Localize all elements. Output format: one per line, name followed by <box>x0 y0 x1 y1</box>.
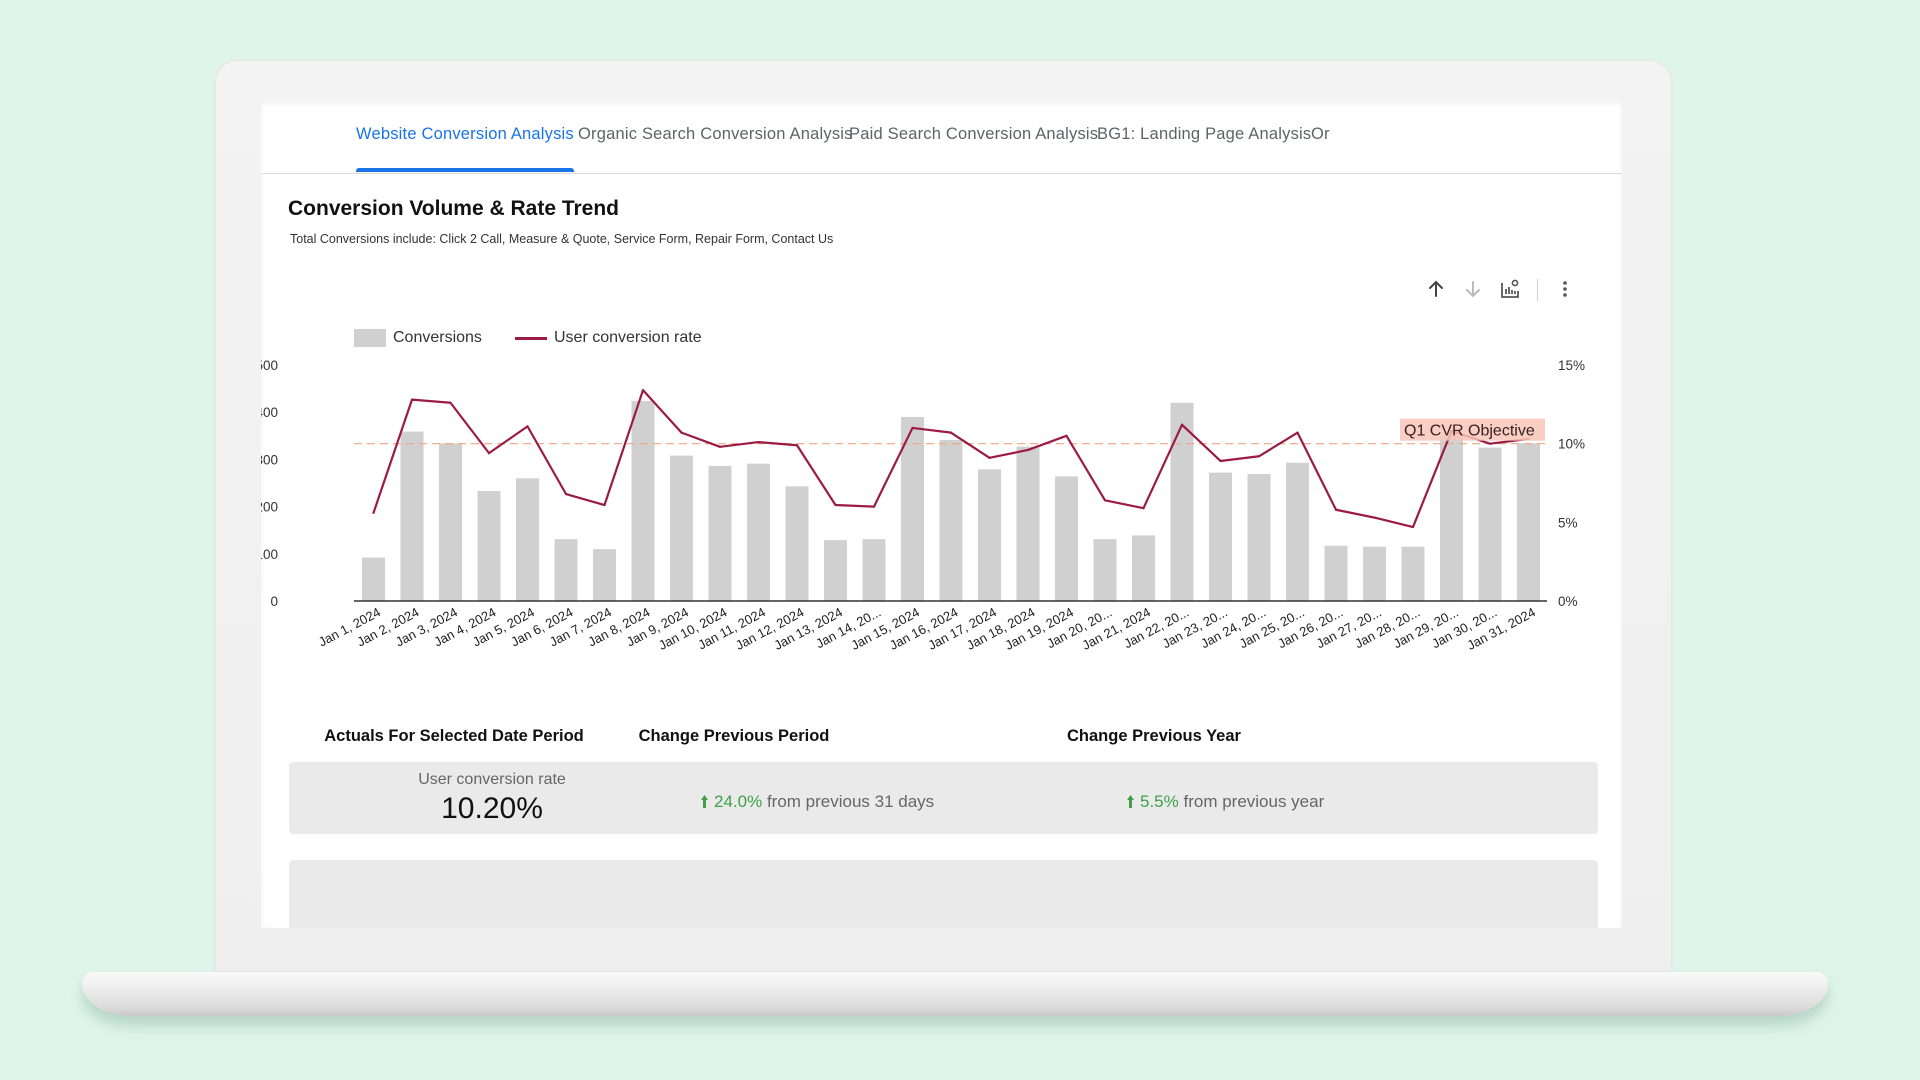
scorecard-panel: User conversion rate 10.20% 24.0% from p… <box>289 762 1598 834</box>
change-period-pct: 24.0% <box>714 792 763 811</box>
point-user-conversion-rate <box>1026 448 1030 452</box>
bar-conversions <box>439 443 462 601</box>
bar-conversions <box>1363 546 1386 601</box>
bar-conversions <box>1478 447 1502 601</box>
point-user-conversion-rate <box>449 401 452 404</box>
header-change-previous-period: Change Previous Period <box>638 727 830 745</box>
bar-conversions <box>785 486 809 601</box>
bar-conversions <box>1440 435 1463 601</box>
y-left-tick-label: 0 <box>270 594 278 609</box>
point-user-conversion-rate <box>795 444 799 447</box>
bar-conversions <box>978 469 1001 601</box>
bar-conversions <box>1132 535 1155 601</box>
kpi-label: User conversion rate <box>418 771 566 788</box>
point-user-conversion-rate <box>603 503 606 507</box>
bar-conversions <box>1324 545 1348 601</box>
secondary-panel <box>289 860 1598 928</box>
y-left-tick-label: 300 <box>261 452 278 467</box>
y-left-tick-label: 100 <box>261 547 278 562</box>
arrow-up-green-icon <box>1127 795 1134 808</box>
point-user-conversion-rate <box>641 389 645 392</box>
bar-conversions <box>1401 546 1425 601</box>
bar-conversions <box>824 540 847 601</box>
point-user-conversion-rate <box>1411 525 1415 529</box>
change-year-pct: 5.5% <box>1140 792 1179 811</box>
point-user-conversion-rate <box>1219 459 1222 463</box>
y-left-tick-label: 200 <box>261 500 278 515</box>
bar-conversions <box>939 440 963 601</box>
point-user-conversion-rate <box>872 505 876 508</box>
point-user-conversion-rate <box>988 456 991 459</box>
bar-conversions <box>1247 474 1271 601</box>
bar-conversions <box>1209 472 1232 601</box>
y-right-tick-label: 0% <box>1558 594 1578 609</box>
point-user-conversion-rate <box>1180 423 1184 426</box>
point-user-conversion-rate <box>526 425 529 428</box>
point-user-conversion-rate <box>372 511 375 514</box>
change-previous-year: 5.5% from previous year <box>1127 792 1324 812</box>
combo-chart: 0 100 200 300 400 500 0% 5% 10% 15% Q1 CVR Objecti… <box>261 358 1585 653</box>
header-change-previous-year: Change Previous Year <box>1067 727 1241 745</box>
point-user-conversion-rate <box>949 431 953 434</box>
y-right-tick-label: 15% <box>1558 358 1585 373</box>
dashboard-screen: Website Conversion Analysis Organic Sear… <box>261 101 1622 928</box>
point-user-conversion-rate <box>1103 499 1107 502</box>
point-user-conversion-rate <box>911 426 914 430</box>
y-left-tick-label: 400 <box>261 405 278 420</box>
point-user-conversion-rate <box>487 452 491 455</box>
point-user-conversion-rate <box>718 445 722 448</box>
point-user-conversion-rate <box>757 440 760 444</box>
bar-conversions <box>862 539 886 601</box>
bar-conversions <box>1016 446 1040 601</box>
bar-conversions <box>747 463 770 601</box>
kpi-value: 10.20% <box>441 792 543 825</box>
bar-conversions <box>708 466 732 601</box>
point-user-conversion-rate <box>834 503 837 507</box>
point-user-conversion-rate <box>1334 508 1338 511</box>
point-user-conversion-rate <box>1142 507 1145 510</box>
bar-conversions <box>1517 443 1540 601</box>
point-user-conversion-rate <box>1296 431 1299 434</box>
change-previous-period: 24.0% from previous 31 days <box>701 792 934 812</box>
point-user-conversion-rate <box>1065 434 1068 437</box>
change-year-text: from previous year <box>1183 792 1325 811</box>
bar-conversions <box>362 557 385 601</box>
bar-conversions <box>400 431 424 601</box>
bar-conversions <box>670 455 693 601</box>
point-user-conversion-rate <box>1373 516 1376 519</box>
point-user-conversion-rate <box>410 398 414 401</box>
y-right-tick-label: 10% <box>1558 437 1585 452</box>
bar-conversions <box>477 491 501 601</box>
point-user-conversion-rate <box>1257 455 1261 458</box>
change-period-text: from previous 31 days <box>766 792 935 811</box>
point-user-conversion-rate <box>564 492 568 496</box>
bar-conversions <box>593 549 616 601</box>
bar-conversions <box>1055 476 1078 601</box>
arrow-up-green-icon <box>701 795 708 808</box>
objective-label: Q1 CVR Objective <box>1404 423 1535 440</box>
bar-conversions <box>516 478 539 601</box>
y-right-tick-label: 5% <box>1558 515 1578 530</box>
bar-conversions <box>1286 462 1309 601</box>
bar-conversions <box>631 400 655 601</box>
point-user-conversion-rate <box>1488 442 1492 445</box>
bar-conversions <box>1093 539 1117 601</box>
point-user-conversion-rate <box>680 431 683 434</box>
bar-conversions <box>554 539 578 601</box>
y-left-tick-label: 500 <box>261 358 278 373</box>
laptop-base <box>82 972 1828 1016</box>
